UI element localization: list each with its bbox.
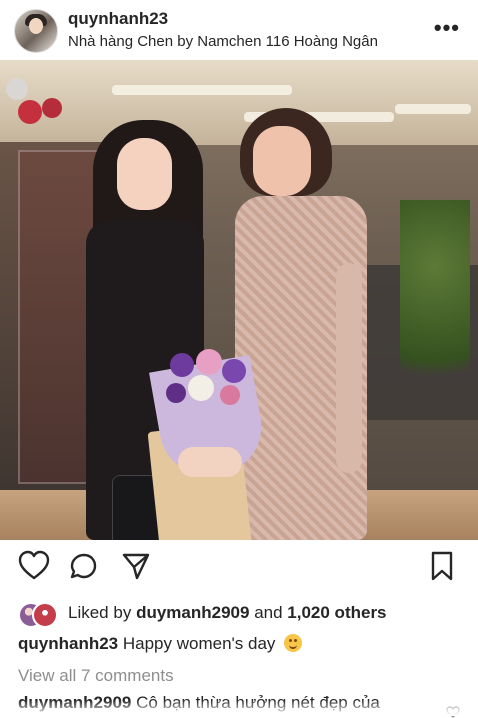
post-username[interactable]: quynhanh23 — [68, 9, 378, 29]
post-location[interactable]: Nhà hàng Chen by Namchen 116 Hoàng Ngân — [68, 32, 378, 52]
liker-avatars — [18, 602, 58, 628]
woman-right-arm — [336, 263, 362, 473]
caption-text: Happy women's day — [122, 634, 276, 653]
comment-icon[interactable] — [66, 548, 102, 584]
flower — [220, 385, 240, 405]
flower — [222, 359, 246, 383]
flower-bouquet — [147, 335, 273, 540]
likes-text: Liked by duymanh2909 and 1,020 others — [68, 602, 387, 624]
user-meta: quynhanh23 Nhà hàng Chen by Namchen 116 … — [68, 9, 378, 52]
bottom-fade — [0, 700, 478, 716]
flower — [166, 383, 186, 403]
likes-and: and — [254, 603, 283, 622]
likes-prefix: Liked by — [68, 603, 132, 622]
ceiling-light — [395, 104, 471, 114]
smiling-face-emoji — [284, 634, 303, 652]
avatar-face — [29, 18, 43, 34]
post-actions — [0, 548, 478, 592]
flower — [170, 353, 194, 377]
ceiling-light — [112, 85, 292, 95]
more-options-icon[interactable]: ••• — [434, 15, 460, 41]
balloon — [18, 100, 42, 124]
share-icon[interactable] — [118, 548, 154, 584]
view-comments-link[interactable]: View all 7 comments — [18, 664, 174, 688]
flower — [188, 375, 214, 401]
bookmark-icon[interactable] — [424, 548, 460, 584]
woman-right-face — [253, 126, 311, 196]
hands — [178, 447, 242, 477]
heart-icon[interactable] — [16, 548, 52, 584]
plant — [400, 200, 470, 420]
post-header: quynhanh23 Nhà hàng Chen by Namchen 116 … — [0, 0, 478, 60]
post-photo[interactable] — [0, 60, 478, 540]
likes-row[interactable]: Liked by duymanh2909 and 1,020 others — [18, 600, 468, 628]
caption: quynhanh23 Happy women's day — [18, 632, 468, 656]
caption-username[interactable]: quynhanh23 — [18, 634, 118, 653]
woman-left-face — [117, 138, 172, 210]
flower — [196, 349, 222, 375]
liked-by-user[interactable]: duymanh2909 — [136, 603, 249, 622]
balloon — [42, 98, 62, 118]
likes-others[interactable]: 1,020 others — [287, 603, 386, 622]
liker-avatar — [32, 602, 58, 628]
balloon — [6, 78, 28, 100]
profile-avatar[interactable] — [14, 9, 58, 53]
